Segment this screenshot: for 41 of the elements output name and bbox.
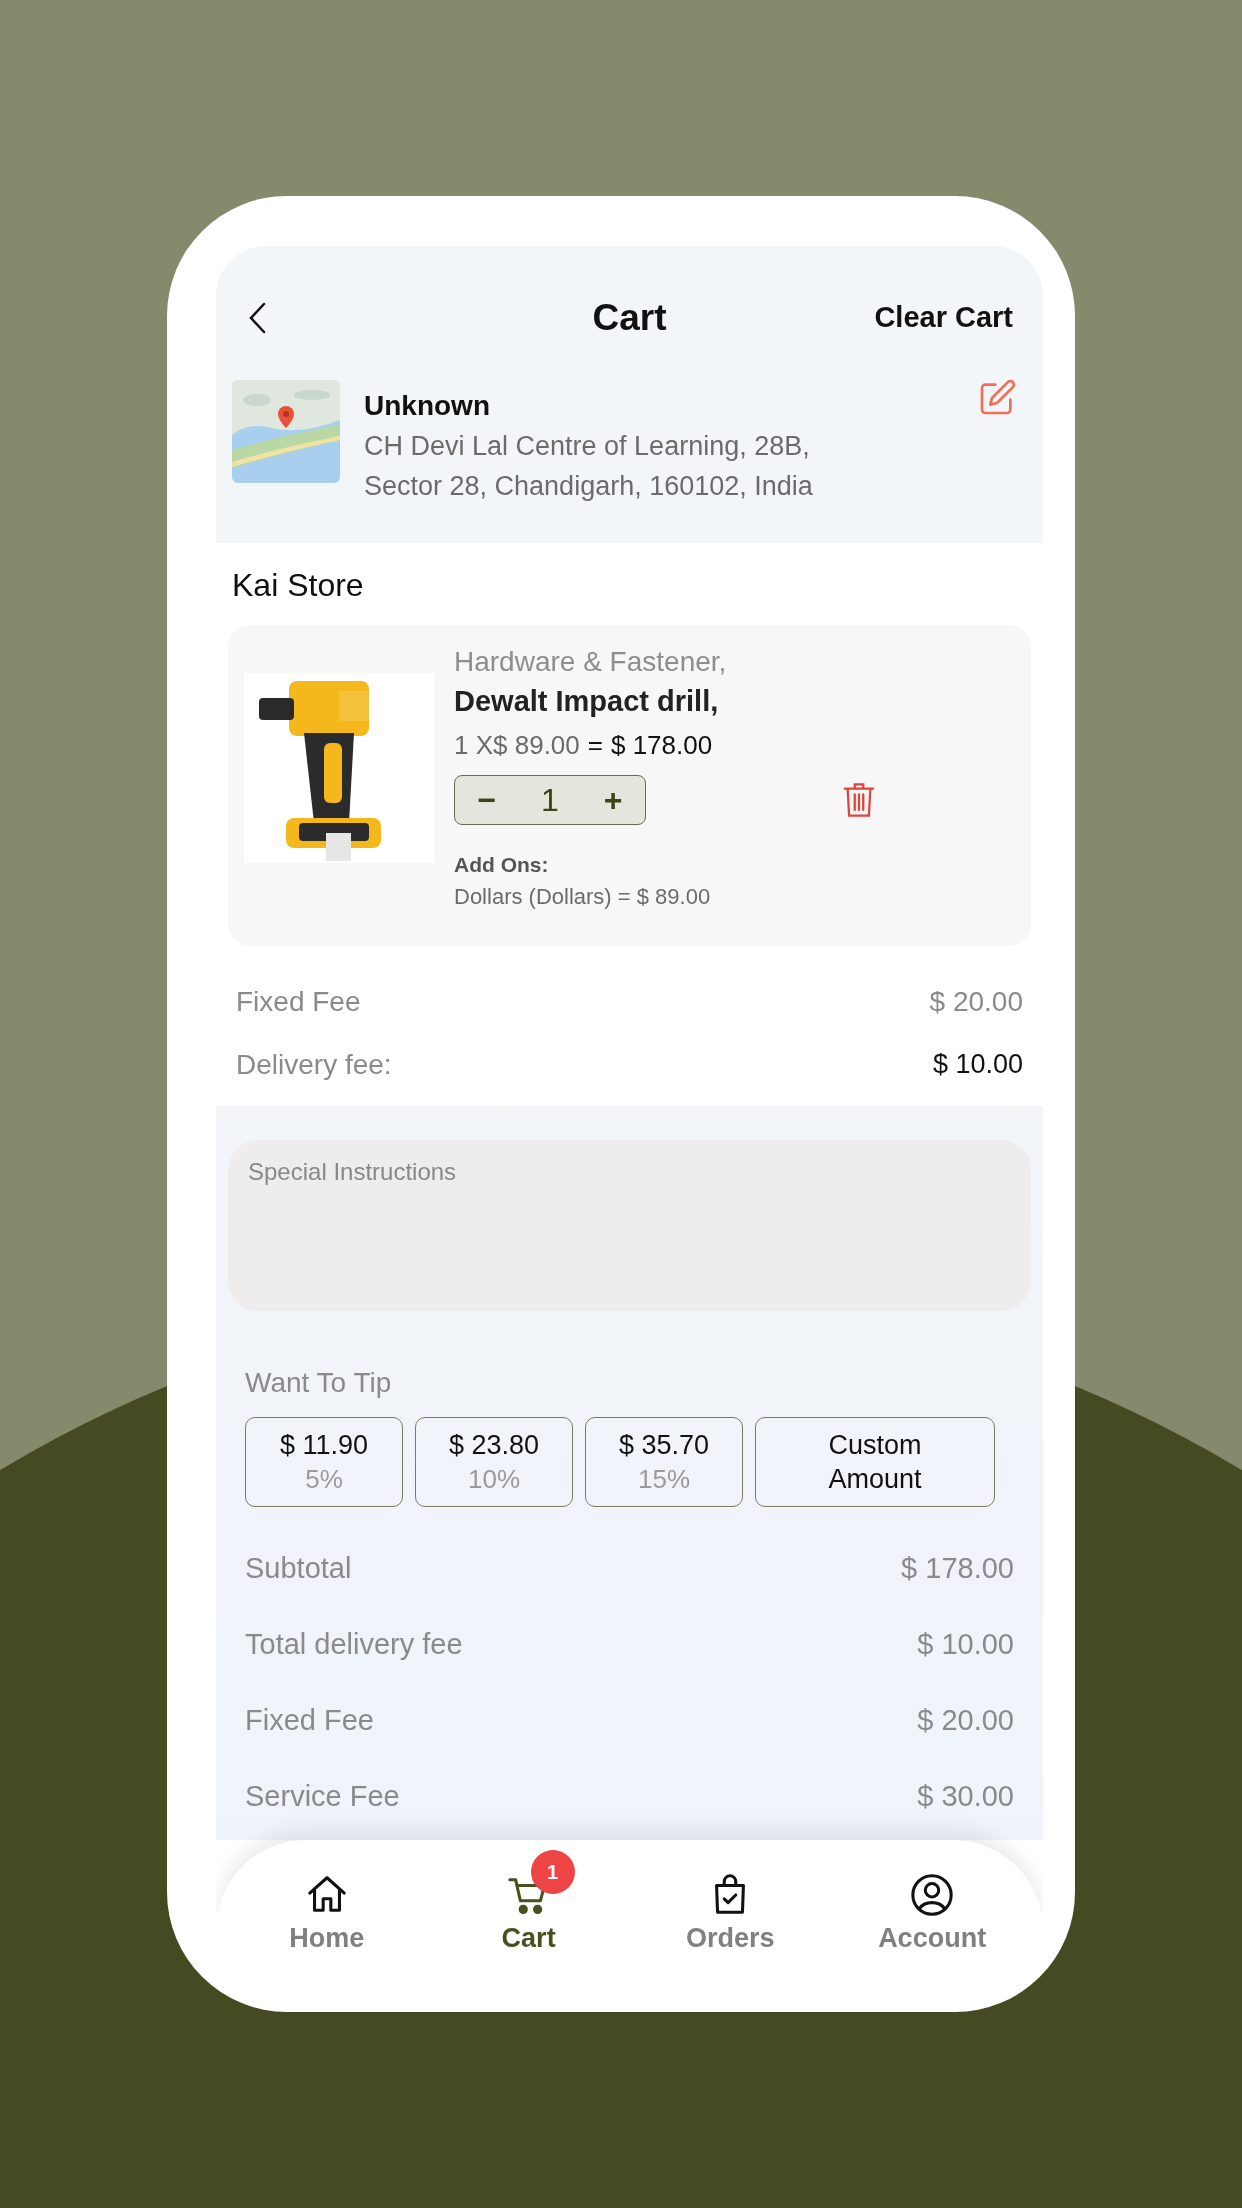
address-name: Unknown	[364, 389, 491, 423]
page-title: Cart	[592, 296, 667, 341]
tip-option[interactable]: $ 35.70 15%	[585, 1417, 743, 1507]
fee-value: $ 20.00	[929, 984, 1023, 1019]
nav-tab[interactable]: Home	[236, 1847, 417, 1959]
tip-option[interactable]: $ 11.90 5%	[245, 1417, 403, 1507]
item-name: Dewalt Impact drill,	[454, 684, 720, 719]
quantity-value: 1	[541, 781, 559, 820]
user-icon	[909, 1871, 956, 1918]
unit-price: 1 X$ 89.00	[454, 729, 580, 762]
nav-tab[interactable]: Orders	[640, 1847, 821, 1959]
item-category: Hardware & Fastener,	[454, 645, 728, 679]
address-line: Sector 28, Chandigarh, 160102, India	[364, 470, 813, 503]
summary-value: $ 30.00	[917, 1779, 1014, 1815]
addons-detail: Dollars (Dollars) = $ 89.00	[454, 883, 712, 911]
summary-label: Subtotal	[245, 1551, 352, 1587]
addons-label: Add Ons:	[454, 852, 550, 878]
instructions-field[interactable]: Special Instructions	[228, 1140, 1031, 1311]
fee-label: Fixed Fee	[236, 984, 361, 1019]
nav-tab[interactable]: 1 Cart	[438, 1847, 619, 1959]
summary-value: $ 10.00	[917, 1627, 1014, 1663]
cart-count-badge: 1	[530, 1849, 575, 1894]
address-line: CH Devi Lal Centre of Learning, 28B,	[364, 430, 811, 463]
nav-tab[interactable]: Account	[842, 1847, 1023, 1959]
summary-label: Total delivery fee	[245, 1627, 463, 1663]
fee-label: Delivery fee:	[236, 1047, 392, 1082]
summary-value: $ 178.00	[901, 1551, 1014, 1587]
equals-sign: =	[587, 729, 603, 762]
trash-icon[interactable]	[842, 781, 876, 819]
fee-value: $ 10.00	[932, 1048, 1023, 1082]
tip-label: Want To Tip	[244, 1366, 393, 1400]
clear-cart-button[interactable]: Clear Cart	[874, 296, 1013, 340]
item-total: $ 178.00	[610, 729, 713, 762]
summary-label: Fixed Fee	[245, 1703, 374, 1739]
custom-tip-button[interactable]: Custom Amount	[755, 1417, 995, 1507]
store-name: Kai Store	[231, 566, 365, 605]
summary-label: Service Fee	[245, 1779, 400, 1815]
tip-option[interactable]: $ 23.80 10%	[415, 1417, 573, 1507]
decrease-button[interactable]: −	[477, 776, 497, 824]
increase-button[interactable]: +	[603, 776, 623, 824]
summary-value: $ 20.00	[917, 1703, 1014, 1739]
